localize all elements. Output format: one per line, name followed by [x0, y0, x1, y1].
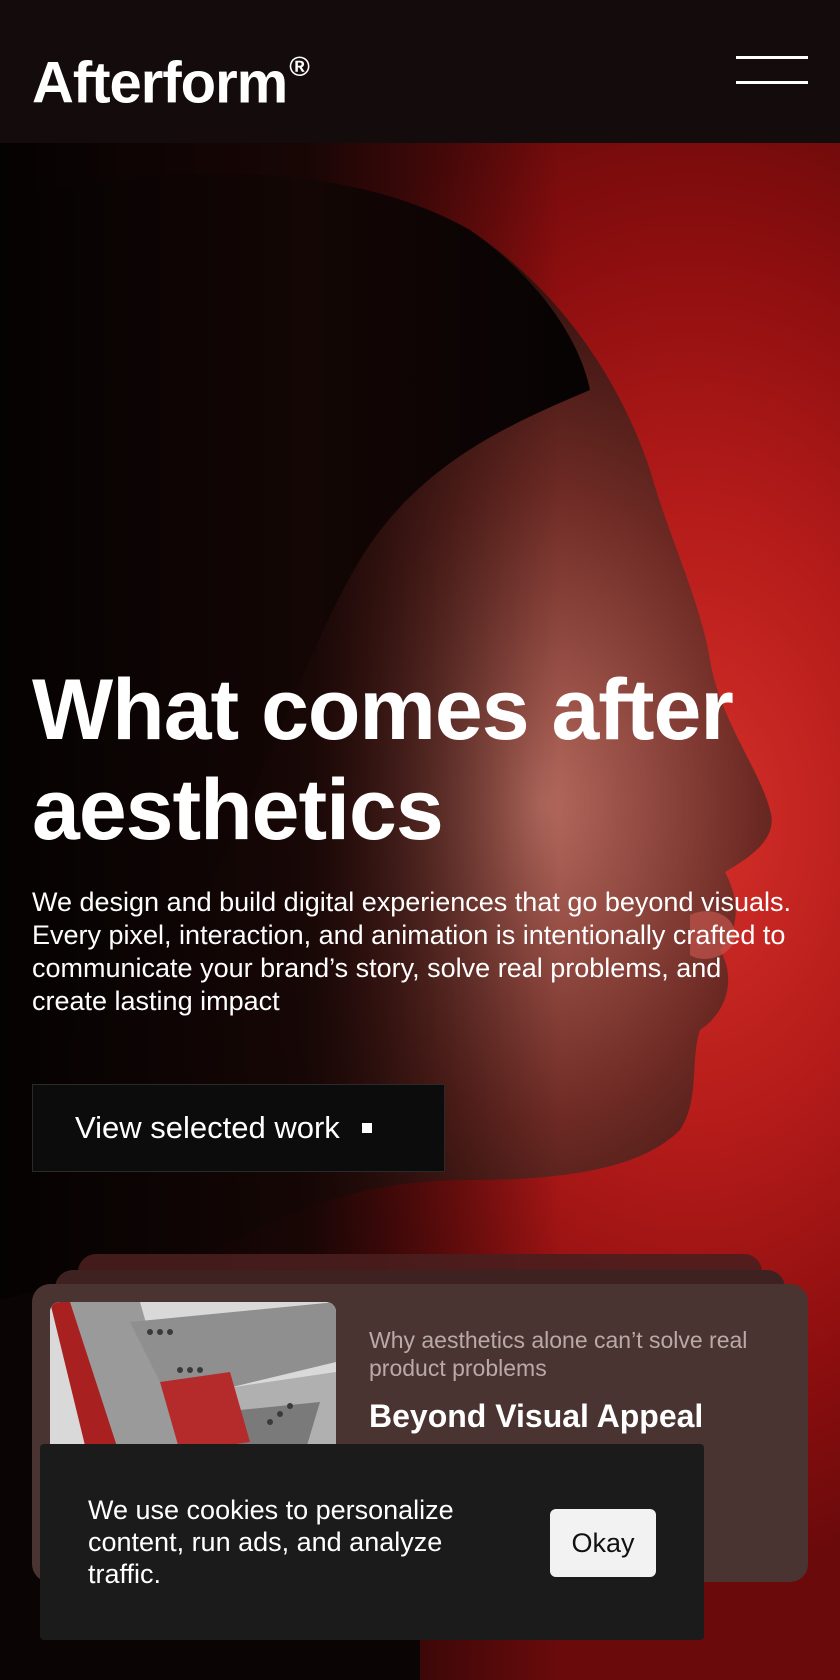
menu-line-bottom — [736, 81, 808, 84]
hero-headline: What comes after aesthetics — [32, 662, 734, 858]
registered-mark: ® — [289, 51, 310, 82]
site-header: Afterform® — [0, 0, 840, 143]
square-bullet-icon — [361, 1123, 372, 1133]
brand-name: Afterform — [32, 50, 288, 116]
cookie-banner: We use cookies to personalize content, r… — [40, 1444, 704, 1640]
hero-subtext: We design and build digital experiences … — [32, 887, 791, 1016]
menu-line-top — [736, 56, 808, 59]
cta-label: View selected work — [75, 1110, 340, 1145]
cookie-okay-button[interactable]: Okay — [550, 1509, 656, 1577]
brand-logo[interactable]: Afterform® — [32, 38, 310, 118]
article-kicker: Why aesthetics alone can’t solve real pr… — [369, 1327, 748, 1381]
hamburger-menu-icon[interactable] — [736, 56, 808, 86]
view-selected-work-button[interactable]: View selected work — [32, 1084, 445, 1172]
cookie-message: We use cookies to personalize content, r… — [88, 1495, 454, 1589]
article-title: Beyond Visual Appeal — [369, 1398, 704, 1434]
